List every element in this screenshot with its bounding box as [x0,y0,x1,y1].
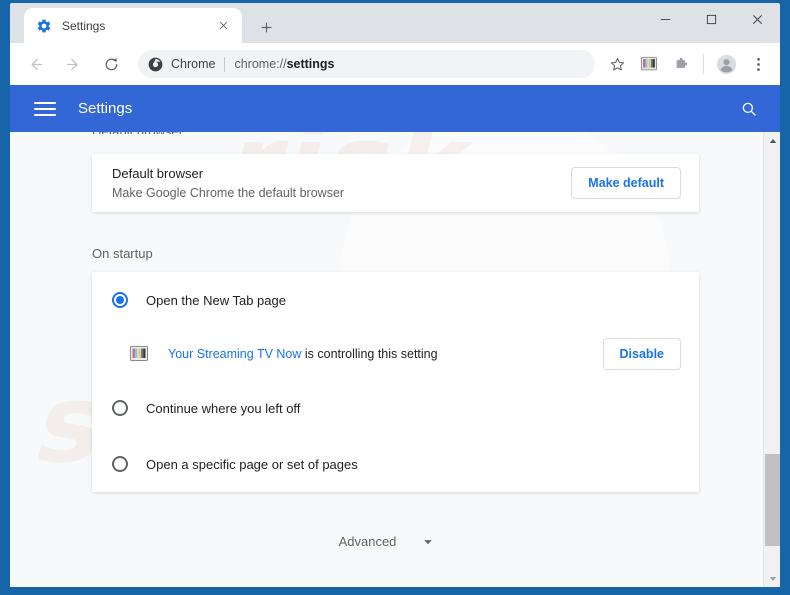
omnibox-divider [224,56,226,72]
scrollbar-thumb[interactable] [765,454,780,546]
scroll-up-arrow-icon[interactable] [764,132,780,149]
startup-option-continue[interactable]: Continue where you left off [92,380,699,436]
default-browser-texts: Default browser Make Google Chrome the d… [112,164,571,203]
default-browser-card: Default browser Make Google Chrome the d… [92,154,699,212]
radio-button-icon[interactable] [112,456,128,472]
omnibox-url-page: settings [286,57,335,71]
profile-avatar-icon[interactable] [713,51,739,77]
startup-option-label: Open the New Tab page [146,292,286,308]
extension-name-link[interactable]: Your Streaming TV Now [168,347,301,361]
cut-off-section-heading: Default browser [92,132,183,134]
extension-puzzle-icon[interactable] [668,51,694,77]
default-browser-subtitle: Make Google Chrome the default browser [112,185,345,200]
tab-title: Settings [62,18,106,33]
window-controls [642,3,780,35]
streaming-tv-extension-icon [130,345,148,363]
search-icon[interactable] [736,96,762,122]
on-startup-heading: On startup [92,246,153,261]
gear-icon [36,18,52,34]
disable-extension-button[interactable]: Disable [602,338,681,370]
settings-content: Default browser Default browser Make Goo… [10,132,763,549]
omnibox-url-prefix: chrome:// [234,57,287,71]
startup-option-specific-pages[interactable]: Open a specific page or set of pages [92,436,699,492]
minimize-button[interactable] [642,3,688,35]
settings-header: Settings [10,85,780,132]
advanced-toggle[interactable]: Advanced [307,534,467,549]
toolbar-divider [703,54,704,74]
browser-tab-settings[interactable]: Settings [24,8,242,43]
extension-notice-rest: is controlling this setting [301,347,438,361]
default-browser-row: Default browser Make Google Chrome the d… [92,154,699,212]
back-button[interactable] [21,50,49,78]
on-startup-card: Open the New Tab page Your Streaming TV … [92,272,699,492]
extension-control-notice: Your Streaming TV Now is controlling thi… [92,328,699,380]
tab-strip: Settings [10,3,780,43]
make-default-button[interactable]: Make default [571,167,681,199]
startup-option-label: Open a specific page or set of pages [146,456,358,472]
browser-window: Settings Chrome chrome://settings Settin… [0,0,790,595]
startup-option-label: Continue where you left off [146,400,301,416]
settings-scroll-area: Default browser Default browser Make Goo… [10,132,763,587]
chevron-down-icon [422,536,434,548]
close-window-button[interactable] [734,3,780,35]
page-title: Settings [78,100,133,117]
startup-option-new-tab[interactable]: Open the New Tab page [92,272,699,328]
hamburger-menu-icon[interactable] [34,98,56,120]
browser-toolbar: Chrome chrome://settings [10,43,780,85]
scroll-down-arrow-icon[interactable] [764,570,780,587]
default-browser-title: Default browser [112,165,204,181]
extension-notice-text: Your Streaming TV Now is controlling thi… [168,347,603,361]
bookmark-star-icon[interactable] [604,51,630,77]
new-tab-button[interactable] [254,15,278,39]
omnibox-url: chrome://settings [234,57,334,71]
maximize-button[interactable] [688,3,734,35]
close-icon[interactable] [214,17,232,35]
radio-button-selected-icon[interactable] [112,292,128,308]
chrome-menu-icon[interactable] [745,51,771,77]
advanced-label: Advanced [338,534,397,549]
page-scrollbar[interactable] [763,132,780,587]
reload-button[interactable] [97,50,125,78]
omnibox-scheme-name: Chrome [171,57,216,71]
address-bar[interactable]: Chrome chrome://settings [138,50,595,78]
settings-page: Settings risk sk.com Default browser [10,85,780,587]
streaming-tv-extension-icon[interactable] [636,51,662,77]
forward-button[interactable] [59,50,87,78]
radio-button-icon[interactable] [112,400,128,416]
chrome-logo-icon [148,57,163,72]
